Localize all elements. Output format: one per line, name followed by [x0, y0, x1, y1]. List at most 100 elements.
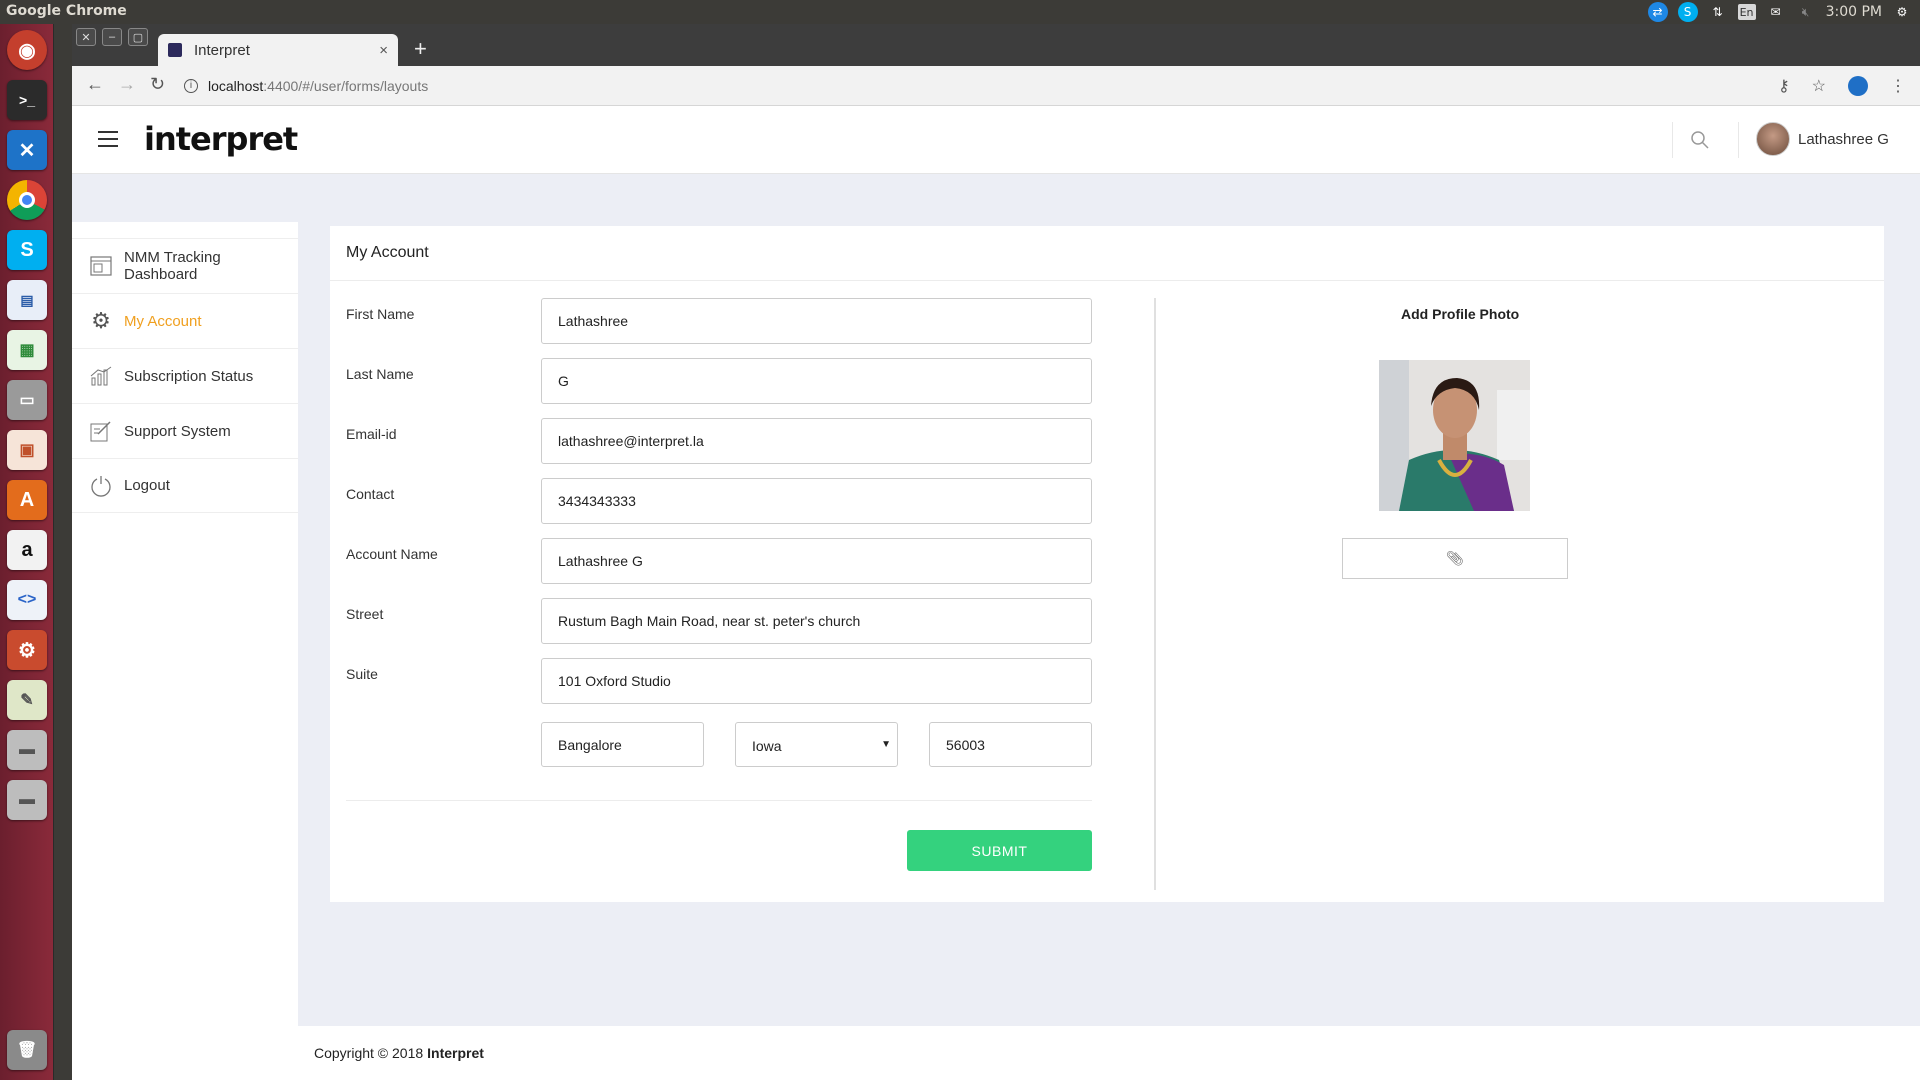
my-account-card: My Account First Name Lathashree Last Na… — [330, 226, 1884, 902]
email-label: Email-id — [346, 426, 397, 442]
avatar — [1756, 122, 1790, 156]
drive-icon[interactable]: ▬ — [7, 730, 47, 770]
skype-icon[interactable]: S — [7, 230, 47, 270]
image-viewer-icon[interactable]: ✎ — [7, 680, 47, 720]
trash-icon[interactable]: 🗑︎ — [7, 1030, 47, 1070]
edit-icon — [90, 420, 112, 442]
sidebar: NMM Tracking Dashboard ⚙ My Account Subs… — [72, 222, 298, 1080]
code-editor-icon[interactable]: <> — [7, 580, 47, 620]
email-field[interactable]: lathashree@interpret.la — [541, 418, 1092, 464]
hamburger-menu-icon[interactable] — [98, 131, 118, 147]
app-logo[interactable]: interpret — [144, 120, 298, 158]
vscode-icon[interactable]: ✕ — [7, 130, 47, 170]
forward-arrow-icon[interactable]: → — [118, 74, 136, 95]
sidebar-item-label: Subscription Status — [124, 367, 254, 385]
window-controls: ✕ – ▢ — [76, 28, 148, 46]
street-field[interactable]: Rustum Bagh Main Road, near st. peter's … — [541, 598, 1092, 644]
reload-icon[interactable]: ↻ — [150, 74, 165, 95]
sidebar-item-subscription-status[interactable]: Subscription Status — [72, 348, 298, 403]
account-name-label: Account Name — [346, 546, 438, 562]
amazon-icon[interactable]: a — [7, 530, 47, 570]
system-settings-icon[interactable]: ⚙ — [1892, 2, 1912, 22]
unity-launcher: ◉ >_ ✕ S ▤ ▦ ▭ ▣ A a <> ⚙ ✎ ▬ ▬ 🗑︎ — [0, 24, 54, 1080]
power-icon — [90, 475, 112, 497]
user-menu[interactable]: Lathashree G — [1756, 122, 1889, 156]
calc-icon[interactable]: ▦ — [7, 330, 47, 370]
software-center-icon[interactable]: A — [7, 480, 47, 520]
state-select[interactable]: Iowa ▼ — [735, 722, 898, 767]
tab-title: Interpret — [194, 41, 250, 59]
extension-icon[interactable] — [1848, 76, 1868, 96]
address-bar[interactable]: i localhost:4400/#/user/forms/layouts — [184, 74, 1784, 98]
header-divider — [1738, 122, 1739, 158]
system-tray: ⇄ S ⇅ En ✉ 🔇︎ 3:00 PM ⚙ — [1647, 2, 1912, 22]
search-icon[interactable] — [1690, 130, 1710, 150]
sidebar-item-logout[interactable]: Logout — [72, 458, 298, 513]
tab-strip: ✕ – ▢ Interpret × + — [72, 24, 1920, 66]
tab-close-icon[interactable]: × — [379, 42, 388, 59]
teamviewer-icon[interactable]: ⇄ — [1647, 2, 1668, 22]
gear-icon: ⚙ — [91, 308, 111, 333]
last-name-field[interactable]: G — [541, 358, 1092, 404]
keyboard-language-indicator[interactable]: En — [1737, 4, 1756, 20]
suite-label: Suite — [346, 666, 378, 682]
contact-label: Contact — [346, 486, 395, 502]
form-divider — [346, 800, 1092, 801]
city-field[interactable]: Bangalore — [541, 722, 704, 767]
back-arrow-icon[interactable]: ← — [86, 74, 104, 95]
street-label: Street — [346, 606, 384, 622]
writer-icon[interactable]: ▤ — [7, 280, 47, 320]
app-header: interpret Lathashree G — [72, 106, 1920, 174]
impress-icon[interactable]: ▣ — [7, 430, 47, 470]
browser-tab[interactable]: Interpret × — [158, 34, 398, 66]
zip-field[interactable]: 56003 — [929, 722, 1092, 767]
volume-muted-icon[interactable]: 🔇︎ — [1796, 2, 1816, 22]
network-icon[interactable]: ⇅ — [1708, 2, 1728, 22]
sidebar-item-label: NMM Tracking Dashboard — [124, 249, 221, 283]
window-close-button[interactable]: ✕ — [76, 28, 96, 46]
clock[interactable]: 3:00 PM — [1826, 4, 1882, 20]
window-maximize-button[interactable]: ▢ — [128, 28, 148, 46]
column-divider — [1154, 298, 1156, 890]
key-icon[interactable]: ⚷ — [1778, 76, 1790, 96]
add-profile-photo-title: Add Profile Photo — [1401, 306, 1520, 322]
web-page: interpret Lathashree G NMM Tracking Dash… — [72, 106, 1920, 1080]
state-select-value: Iowa — [752, 738, 782, 754]
new-tab-button[interactable]: + — [414, 36, 427, 62]
sidebar-item-nmm-tracking-dashboard[interactable]: NMM Tracking Dashboard — [72, 238, 298, 293]
first-name-field[interactable]: Lathashree — [541, 298, 1092, 344]
account-name-field[interactable]: Lathashree G — [541, 538, 1092, 584]
page-title: My Account — [346, 244, 429, 261]
sidebar-item-label: My Account — [124, 312, 202, 330]
skype-tray-icon[interactable]: S — [1677, 2, 1698, 22]
tab-favicon-icon — [168, 43, 182, 57]
mail-icon[interactable]: ✉ — [1766, 2, 1786, 22]
card-divider — [330, 280, 1884, 281]
sidebar-item-label: Logout — [124, 477, 170, 494]
attach-photo-button[interactable]: 📎︎ — [1342, 538, 1568, 579]
drive-icon[interactable]: ▬ — [7, 780, 47, 820]
chrome-icon[interactable] — [7, 180, 47, 220]
settings-icon[interactable]: ⚙ — [7, 630, 47, 670]
chrome-menu-icon[interactable]: ⋮ — [1890, 76, 1906, 96]
suite-field[interactable]: 101 Oxford Studio — [541, 658, 1092, 704]
contact-field[interactable]: 3434343333 — [541, 478, 1092, 524]
site-info-icon[interactable]: i — [184, 79, 198, 93]
bar-chart-icon — [90, 365, 112, 387]
window-minimize-button[interactable]: – — [102, 28, 122, 46]
ubuntu-dash-icon[interactable]: ◉ — [7, 30, 47, 70]
toolbar-actions: ⚷ ☆ ⋮ — [1778, 76, 1906, 96]
sidebar-item-support-system[interactable]: Support System — [72, 403, 298, 458]
submit-button[interactable]: SUBMIT — [907, 830, 1092, 871]
terminal-icon[interactable]: >_ — [7, 80, 47, 120]
url-path: :4400/#/user/forms/layouts — [263, 78, 429, 94]
os-top-bar: Google Chrome ⇄ S ⇅ En ✉ 🔇︎ 3:00 PM ⚙ — [0, 0, 1920, 24]
bookmark-star-icon[interactable]: ☆ — [1812, 76, 1826, 96]
paperclip-icon: 📎︎ — [1446, 550, 1464, 566]
files-icon[interactable]: ▭ — [7, 380, 47, 420]
footer: Copyright © 2018 Interpret — [298, 1026, 1920, 1080]
sidebar-item-my-account[interactable]: ⚙ My Account — [72, 293, 298, 348]
footer-copyright: Copyright © 2018 — [314, 1045, 424, 1061]
profile-photo — [1379, 360, 1530, 511]
sidebar-item-label: Support System — [124, 422, 231, 440]
